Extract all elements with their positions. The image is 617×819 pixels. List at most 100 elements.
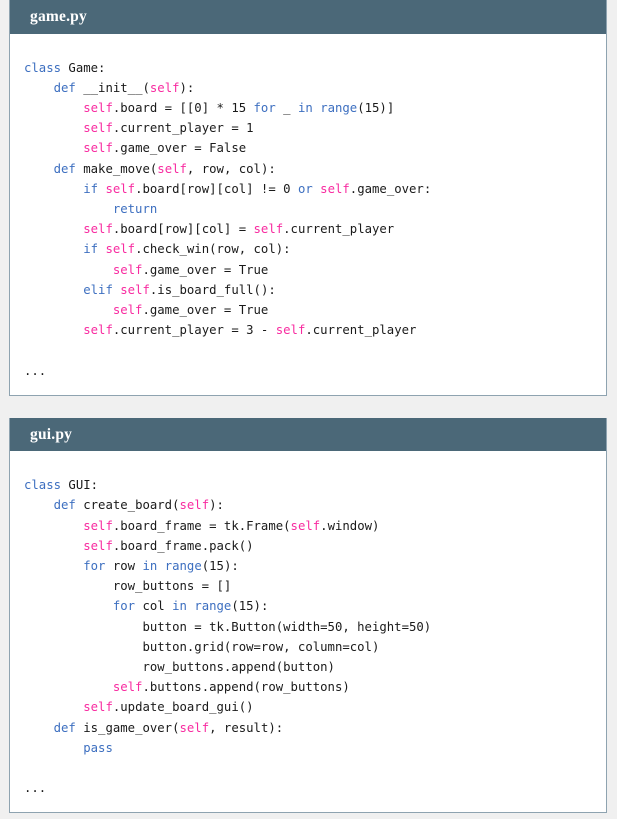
code-token: class bbox=[24, 478, 69, 493]
code-token: self bbox=[83, 323, 113, 338]
code-token: .game_over = True bbox=[142, 302, 269, 317]
code-block-gui-py[interactable]: class GUI: def create_board(self): self.… bbox=[10, 475, 606, 798]
code-token: or bbox=[297, 181, 321, 196]
code-token: self bbox=[112, 302, 143, 317]
code-token: in bbox=[142, 559, 165, 574]
code-token: pass bbox=[83, 740, 113, 755]
code-token: .board = [[0] * 15 bbox=[112, 100, 254, 115]
code-token: .game_over = True bbox=[142, 262, 269, 277]
code-token: self bbox=[112, 680, 143, 695]
code-token: range bbox=[320, 100, 358, 115]
code-token: self bbox=[105, 181, 136, 196]
code-token: ... bbox=[24, 363, 47, 378]
code-token: is_game_over( bbox=[83, 720, 180, 735]
code-token: def bbox=[53, 161, 84, 176]
code-token: .game_over: bbox=[349, 181, 432, 196]
code-token: self bbox=[320, 181, 350, 196]
code-token: if bbox=[83, 242, 106, 257]
code-token: self bbox=[83, 121, 113, 136]
code-token: self bbox=[83, 141, 113, 156]
code-token: .current_player = 1 bbox=[112, 121, 254, 136]
code-token: , row, col): bbox=[186, 161, 276, 176]
code-token: self bbox=[83, 538, 113, 553]
code-card-gui-py: gui.py class GUI: def create_board(self)… bbox=[9, 417, 607, 814]
code-token: class bbox=[24, 60, 69, 75]
code-token: make_move( bbox=[83, 161, 158, 176]
code-token: .is_board_full(): bbox=[149, 282, 276, 297]
code-token: self bbox=[83, 518, 113, 533]
code-token: for bbox=[83, 559, 113, 574]
code-token: row bbox=[112, 559, 143, 574]
code-token: range bbox=[194, 599, 232, 614]
code-token: def bbox=[53, 80, 84, 95]
code-token: return bbox=[112, 201, 158, 216]
code-token: range bbox=[164, 559, 202, 574]
code-card-body-game-py: class Game: def __init__(self): self.boa… bbox=[10, 33, 606, 395]
code-token: .buttons.append(row_buttons) bbox=[142, 680, 350, 695]
code-token: for bbox=[253, 100, 284, 115]
code-token: self bbox=[120, 282, 150, 297]
code-token: (15): bbox=[231, 599, 269, 614]
code-token: self bbox=[179, 498, 210, 513]
code-token: create_board( bbox=[83, 498, 180, 513]
code-token: .game_over = False bbox=[112, 141, 247, 156]
code-token: self bbox=[290, 518, 321, 533]
code-token: ): bbox=[179, 80, 195, 95]
code-token: .current_player = 3 - bbox=[112, 323, 276, 338]
code-token: button = tk.Button(width=50, height=50) bbox=[24, 619, 432, 634]
code-token: self bbox=[105, 242, 136, 257]
code-listing-page: game.py class Game: def __init__(self): … bbox=[0, 0, 617, 819]
code-token: elif bbox=[83, 282, 121, 297]
code-token: , result): bbox=[209, 720, 284, 735]
code-token: self bbox=[275, 323, 306, 338]
code-token: in bbox=[297, 100, 321, 115]
code-token: .board_frame = tk.Frame( bbox=[112, 518, 291, 533]
code-token: row_buttons = [] bbox=[24, 579, 232, 594]
code-token: ): bbox=[209, 498, 224, 513]
code-token: __init__( bbox=[83, 80, 150, 95]
code-token: (15)] bbox=[357, 100, 395, 115]
code-token: .current_player bbox=[305, 323, 417, 338]
code-token: self bbox=[179, 720, 210, 735]
code-token: row_buttons.append(button) bbox=[24, 660, 335, 675]
code-token: self bbox=[83, 100, 113, 115]
code-token: col bbox=[142, 599, 173, 614]
code-token: if bbox=[83, 181, 106, 196]
code-top-spacer bbox=[10, 465, 606, 475]
code-card-game-py: game.py class Game: def __init__(self): … bbox=[9, 0, 607, 396]
code-token: .board[row][col] = bbox=[112, 222, 254, 237]
code-card-body-gui-py: class GUI: def create_board(self): self.… bbox=[10, 451, 606, 813]
code-token: in bbox=[172, 599, 195, 614]
code-token: Game: bbox=[68, 60, 106, 75]
code-token: .current_player bbox=[283, 222, 395, 237]
code-card-title-gui-py: gui.py bbox=[10, 417, 606, 452]
code-token: ... bbox=[24, 781, 47, 796]
code-token: self bbox=[112, 262, 143, 277]
code-token: self bbox=[157, 161, 187, 176]
code-token: self bbox=[83, 700, 113, 715]
code-token: _ bbox=[283, 100, 298, 115]
code-block-game-py[interactable]: class Game: def __init__(self): self.boa… bbox=[10, 58, 606, 381]
code-token: def bbox=[53, 498, 84, 513]
code-token: button.grid(row=row, column=col) bbox=[24, 639, 380, 654]
code-token: .update_board_gui() bbox=[112, 700, 254, 715]
code-token: for bbox=[112, 599, 143, 614]
